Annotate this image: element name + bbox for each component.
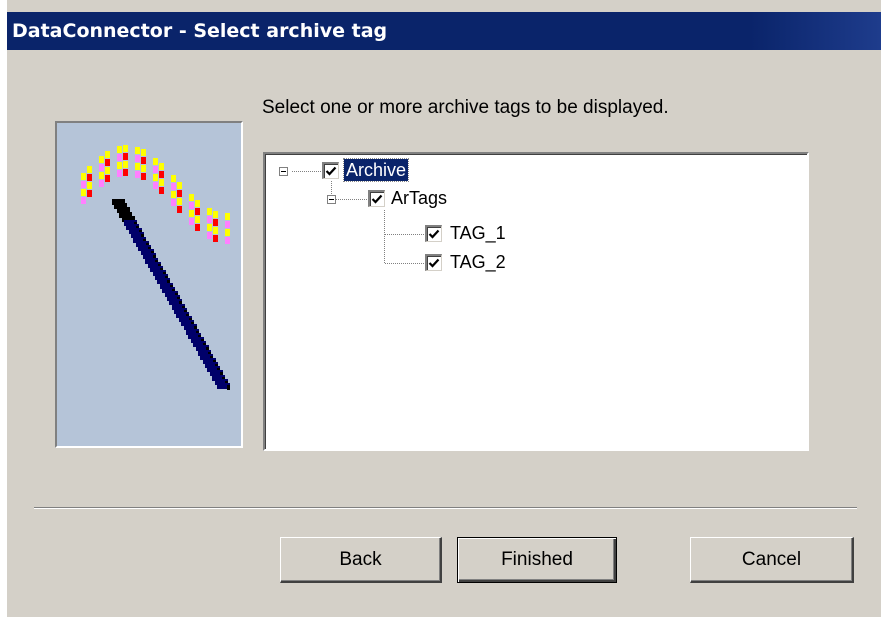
button-separator — [34, 507, 857, 509]
checkmark-icon — [428, 258, 440, 268]
wizard-graphic — [55, 121, 243, 448]
finished-button[interactable]: Finished — [457, 537, 617, 583]
dialog-window: DataConnector - Select archive tag Selec… — [7, 0, 881, 617]
cancel-button[interactable]: Cancel — [690, 537, 854, 583]
window-title: DataConnector - Select archive tag — [12, 20, 388, 42]
collapse-artags-icon[interactable] — [327, 195, 336, 204]
checkmark-icon — [428, 229, 440, 239]
tag-1-checkbox[interactable] — [425, 225, 442, 242]
checkmark-icon — [325, 166, 337, 176]
tree-node-label-archive[interactable]: Archive — [342, 158, 410, 182]
artags-checkbox[interactable] — [368, 190, 385, 207]
checkmark-icon — [371, 194, 383, 204]
tree-node-tag-2[interactable]: TAG_2 — [265, 251, 565, 275]
tree-node-label-tag-2[interactable]: TAG_2 — [448, 251, 508, 273]
tree-node-label-artags[interactable]: ArTags — [389, 187, 449, 209]
collapse-archive-icon[interactable] — [279, 167, 288, 176]
tree-node-tag-1[interactable]: TAG_1 — [265, 222, 565, 246]
tag-2-checkbox[interactable] — [425, 254, 442, 271]
archive-checkbox[interactable] — [322, 162, 339, 179]
tree-node-label-tag-1[interactable]: TAG_1 — [448, 222, 508, 244]
tree-node-archive[interactable]: Archive — [265, 158, 465, 183]
trend-wave-wand-icon — [81, 145, 230, 390]
tree-node-artags[interactable]: ArTags — [265, 187, 515, 211]
archive-tag-tree[interactable]: Archive ArTags TAG_1 TAG_2 — [263, 152, 809, 451]
instruction-text: Select one or more archive tags to be di… — [262, 97, 669, 118]
title-bar[interactable]: DataConnector - Select archive tag — [7, 12, 881, 50]
back-button[interactable]: Back — [280, 537, 442, 583]
